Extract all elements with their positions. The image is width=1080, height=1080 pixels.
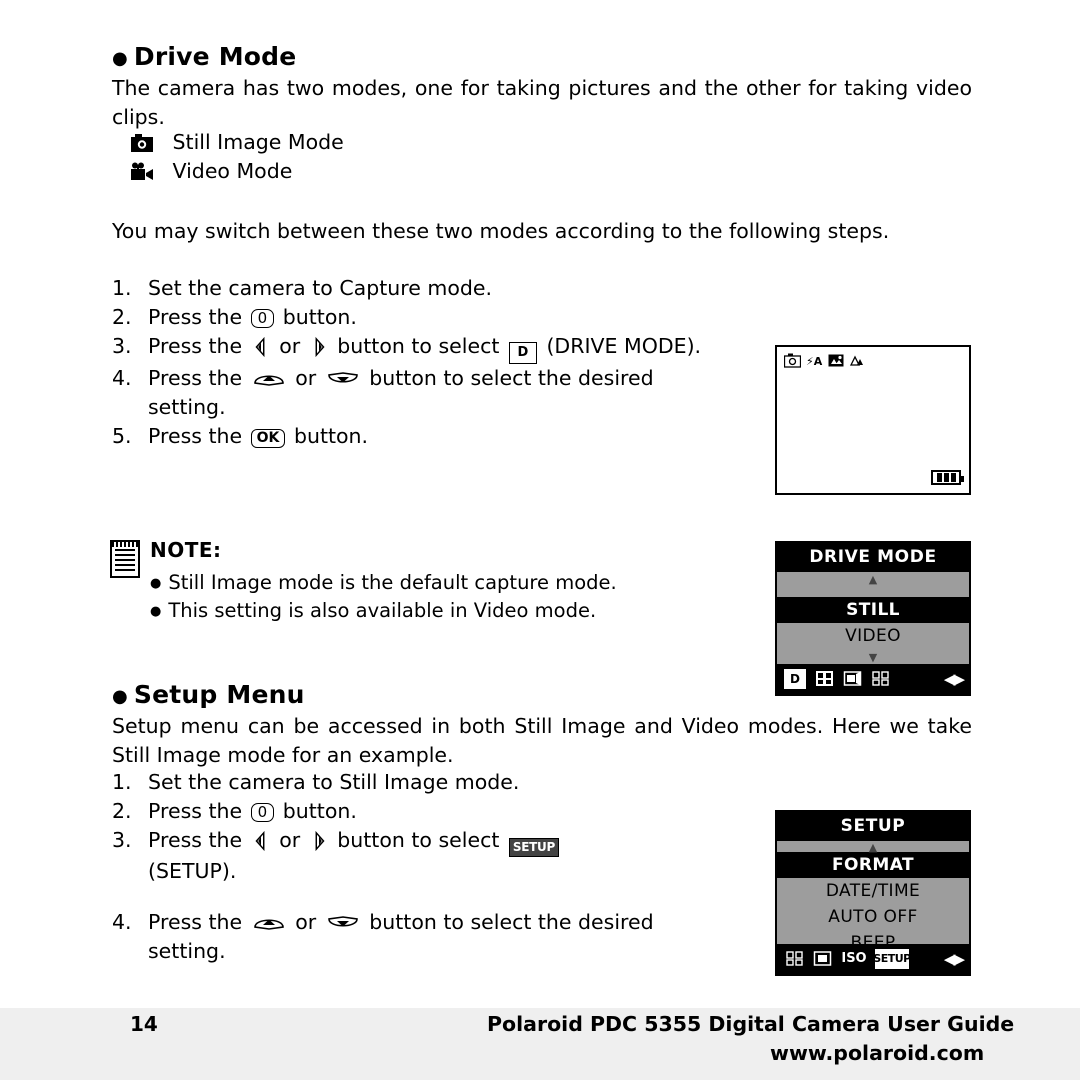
drive-mode-heading: ● Drive Mode [112, 42, 297, 71]
capture-tab-icon[interactable] [841, 669, 863, 689]
footer-title: Polaroid PDC 5355 Digital Camera User Gu… [487, 1012, 1015, 1036]
menu-title: SETUP [777, 812, 969, 841]
setup-step-1: 1. Set the camera to Still Image mode. [112, 770, 520, 794]
bullet-icon: ● [150, 576, 162, 591]
note-item: ● This setting is also available in Video… [150, 599, 597, 622]
up-arrow-key-icon[interactable] [252, 914, 286, 932]
menu-row-still[interactable]: STILL [777, 597, 969, 623]
drive-mode-steps: 1. Set the camera to Capture mode. 2. Pr… [112, 274, 732, 451]
step-3: 3. Press the or button to select D (DRIV… [112, 332, 732, 364]
down-arrow-key-icon[interactable] [326, 914, 360, 932]
exposure-tab-icon[interactable] [811, 949, 833, 969]
step-4: 4. Press the or button to select the des… [112, 366, 654, 419]
step-5: 5. Press the OK button. [112, 424, 369, 448]
still-image-mode-line: Still Image Mode [130, 128, 344, 157]
svg-text:⚡A: ⚡A [806, 355, 823, 368]
page-number: 14 [130, 1012, 158, 1036]
menu-tab-bar: D ◀▶ [777, 664, 969, 694]
setup-menu-steps: 1. Set the camera to Still Image mode. 2… [112, 768, 732, 966]
step-2: 2. Press the 0 button. [112, 305, 357, 329]
menu-key[interactable]: 0 [250, 803, 275, 822]
step-1: 1. Set the camera to Capture mode. [112, 276, 493, 300]
macro-mountain-icon [849, 355, 863, 366]
flash-auto-icon: ⚡A [806, 355, 823, 368]
left-right-nav-icon[interactable]: ◀▶ [944, 670, 965, 688]
note-block: NOTE: ● Still Image mode is the default c… [150, 538, 617, 625]
bullet-icon: ● [150, 604, 162, 619]
battery-full-icon [931, 470, 964, 485]
setup-step-3: 3. Press the or button to select SETUP (… [112, 826, 732, 886]
effect-tab-icon[interactable] [783, 949, 805, 969]
lcd-preview-screen: ⚡A [775, 345, 971, 495]
setup-step-4: 4. Press the or button to select the des… [112, 910, 654, 963]
menu-row-autooff[interactable]: AUTO OFF [777, 904, 969, 930]
switch-modes-text: You may switch between these two modes a… [112, 219, 890, 243]
setup-menu-intro: Setup menu can be accessed in both Still… [112, 714, 972, 767]
left-arrow-key-icon[interactable] [250, 831, 272, 851]
drive-mode-icon: D [508, 342, 537, 364]
down-arrow-key-icon[interactable] [326, 370, 360, 388]
note-title: NOTE: [150, 538, 222, 562]
footer-url: www.polaroid.com [770, 1041, 985, 1065]
setup-icon: SETUP [508, 838, 559, 857]
menu-row-video[interactable]: VIDEO [777, 623, 969, 649]
lcd-status-icons: ⚡A [784, 353, 865, 368]
note-pad-icon [110, 540, 140, 578]
quality-tab-icon[interactable] [813, 669, 835, 689]
iso-tab-icon[interactable]: ISO [839, 949, 869, 969]
menu-row-format[interactable]: FORMAT [777, 852, 969, 878]
video-camera-icon [131, 162, 153, 180]
camera-icon [131, 134, 153, 152]
left-right-nav-icon[interactable]: ◀▶ [944, 950, 965, 968]
scene-icon [828, 354, 844, 367]
scroll-up-caret-icon[interactable]: ▲ [777, 572, 969, 585]
scroll-down-caret-icon[interactable]: ▼ [777, 649, 969, 663]
lcd-drive-mode-menu: DRIVE MODE ▲ STILL VIDEO ▼ D ◀▶ [775, 541, 971, 696]
right-arrow-key-icon[interactable] [308, 831, 330, 851]
drive-mode-intro: The camera has two modes, one for taking… [112, 76, 972, 129]
manual-page: ● Drive Mode The camera has two modes, on… [0, 0, 1080, 1080]
setup-step-2: 2. Press the 0 button. [112, 799, 357, 823]
effect-tab-icon[interactable] [869, 669, 891, 689]
left-arrow-key-icon[interactable] [250, 337, 272, 357]
drive-tab-icon[interactable]: D [783, 667, 807, 690]
right-arrow-key-icon[interactable] [308, 337, 330, 357]
setup-menu-heading: ● Setup Menu [112, 680, 305, 709]
menu-title: DRIVE MODE [777, 543, 969, 572]
menu-tab-bar: ISO SETUP ◀▶ [777, 944, 969, 974]
scroll-up-caret-icon[interactable]: ▲ [777, 841, 969, 853]
camera-icon [784, 353, 801, 368]
ok-key[interactable]: OK [250, 429, 286, 448]
menu-key[interactable]: 0 [250, 309, 275, 328]
setup-tab-icon[interactable]: SETUP [873, 948, 911, 969]
bullet-icon: ● [112, 685, 128, 707]
lcd-setup-menu: SETUP ▲ FORMAT DATE/TIME AUTO OFF BEEP ▼… [775, 810, 971, 976]
up-arrow-key-icon[interactable] [252, 370, 286, 388]
menu-row-datetime[interactable]: DATE/TIME [777, 878, 969, 904]
bullet-icon: ● [112, 47, 128, 69]
note-item: ● Still Image mode is the default capture… [150, 571, 617, 594]
video-mode-line: Video Mode [130, 157, 292, 186]
